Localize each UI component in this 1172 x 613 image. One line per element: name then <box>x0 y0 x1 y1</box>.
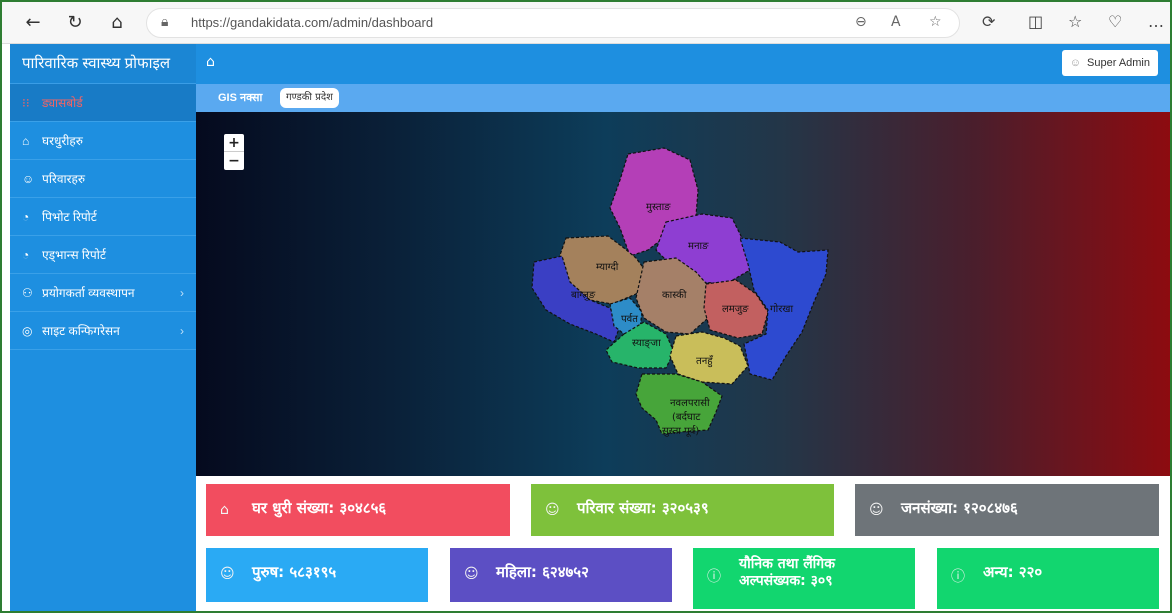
district-label: (बर्दघाट <box>672 411 701 423</box>
pie-icon: ◔ <box>22 248 30 262</box>
lock-icon[interactable]: 🔒︎ <box>161 14 168 30</box>
other-card[interactable]: ⓘ अन्य: २२० <box>937 548 1159 609</box>
user-menu-button[interactable]: ☺ Super Admin <box>1061 50 1158 76</box>
district-label: लमजुङ <box>722 304 749 315</box>
district-label: गोरखा <box>770 303 793 315</box>
home-icon[interactable]: ⌂ <box>104 11 130 35</box>
gis-map-label: GIS नक्सा <box>218 92 263 104</box>
sidebar-item-pivot-report[interactable]: ◔ पिभोट रिपोर्ट <box>10 198 196 236</box>
home-icon: ⌂ <box>22 134 30 148</box>
sidebar-item-site-config[interactable]: ◎ साइट कन्फिगरेसन › <box>10 312 196 350</box>
user-icon: ☺ <box>220 566 235 582</box>
sidebar-item-label: प्रयोगकर्ता व्यवस्थापन <box>42 286 135 300</box>
question-circle-icon: ⓘ <box>951 569 965 585</box>
sidebar-item-label: परिवारहरु <box>42 172 86 186</box>
district-label: म्याग्दी <box>596 261 619 273</box>
population-card[interactable]: ☺ जनसंख्या: १२०८४७६ <box>855 484 1159 536</box>
other-stat: अन्य: २२० <box>983 563 1043 581</box>
settings-icon: ◎ <box>22 324 33 338</box>
zoom-icon[interactable]: ⊖ <box>855 14 867 30</box>
pie-icon: ◔ <box>22 210 30 224</box>
male-stat: पुरुष: ५८३१९५ <box>252 563 337 581</box>
district-label: सुस्ता पूर्व) <box>662 425 699 437</box>
sidebar-item-label: ड्यासबोर्ड <box>42 96 83 110</box>
question-circle-icon: ⓘ <box>707 569 721 585</box>
gis-map[interactable]: + − मुस्ताङ मनाङ म्याग्दी बाग्लुङ पर्वत <box>196 112 1170 476</box>
users-icon: ☺ <box>22 172 35 186</box>
extensions-icon[interactable]: ⟳ <box>982 12 995 31</box>
refresh-icon[interactable]: ↻ <box>62 11 88 35</box>
url-text[interactable]: https://gandakidata.com/admin/dashboard <box>191 15 433 30</box>
district-label: कास्की <box>662 289 687 301</box>
sidebar-item-label: पिभोट रिपोर्ट <box>42 210 97 224</box>
brand-title[interactable]: पारिवारिक स्वास्थ्य प्रोफाइल <box>10 44 196 84</box>
sidebar-item-label: घरधुरीहरु <box>42 134 83 148</box>
lgbt-stat-line2: अल्पसंख्यक: ३०९ <box>739 573 833 589</box>
families-stat: परिवार संख्या: ३२०५३९ <box>577 499 709 517</box>
home-icon: ⌂ <box>220 502 229 518</box>
sidebar-item-label: एड्भान्स रिपोर्ट <box>42 248 106 262</box>
female-stat: महिला: ६२४७५२ <box>496 563 589 581</box>
district-label: बाग्लुङ <box>571 290 596 301</box>
sidebar-item-dashboard[interactable]: ⁝⁝ ड्यासबोर्ड <box>10 84 196 122</box>
sidebar-item-families[interactable]: ☺ परिवारहरु <box>10 160 196 198</box>
top-header: ⌂ ☺ Super Admin <box>196 44 1170 84</box>
more-icon[interactable]: … <box>1148 12 1164 31</box>
district-label: मनाङ <box>688 241 709 252</box>
lgbt-stat: यौनिक तथा लैंगिक अल्पसंख्यक: ३०९ <box>739 556 905 590</box>
district-label: तनहुँ <box>696 355 714 368</box>
province-select[interactable]: गण्डकी प्रदेश <box>280 88 339 108</box>
read-aloud-icon[interactable]: A <box>891 14 901 30</box>
sidebar-item-advanced-report[interactable]: ◔ एड्भान्स रिपोर्ट <box>10 236 196 274</box>
lgbt-card[interactable]: ⓘ यौनिक तथा लैंगिक अल्पसंख्यक: ३०९ <box>693 548 915 609</box>
female-card[interactable]: ☺ महिला: ६२४७५२ <box>450 548 672 602</box>
district-label: पर्वत <box>621 313 638 325</box>
chevron-right-icon: › <box>180 286 184 300</box>
households-card[interactable]: ⌂ घर धुरी संख्या: ३०४८५६ <box>206 484 510 536</box>
lgbt-stat-line1: यौनिक तथा लैंगिक <box>739 556 835 572</box>
favorite-star-icon[interactable]: ☆ <box>929 14 942 30</box>
user-plus-icon: ⚇ <box>22 286 33 300</box>
population-stat: जनसंख्या: १२०८४७६ <box>901 499 1018 517</box>
sidebar-item-user-management[interactable]: ⚇ प्रयोगकर्ता व्यवस्थापन › <box>10 274 196 312</box>
map-toolbar: GIS नक्सा गण्डकी प्रदेश <box>196 84 1170 112</box>
grid-icon: ⁝⁝ <box>22 96 30 110</box>
district-label: स्याङ्जा <box>632 338 661 349</box>
back-arrow-icon[interactable]: ← <box>20 11 46 35</box>
health-icon[interactable]: ♡ <box>1108 12 1122 31</box>
stats-panel: ⌂ घर धुरी संख्या: ३०४८५६ ☺ परिवार संख्या… <box>196 476 1170 611</box>
users-icon: ☺ <box>545 502 560 518</box>
users-icon: ☺ <box>869 502 884 518</box>
home-icon[interactable]: ⌂ <box>206 54 215 70</box>
district-map: मुस्ताङ मनाङ म्याग्दी बाग्लुङ पर्वत कास्… <box>531 147 829 437</box>
browser-toolbar: ← ↻ ⌂ 🔒︎ https://gandakidata.com/admin/d… <box>2 2 1170 44</box>
admin-label: Super Admin <box>1087 57 1150 69</box>
screen: ← ↻ ⌂ 🔒︎ https://gandakidata.com/admin/d… <box>0 0 1172 613</box>
district-label: मुस्ताङ <box>646 202 671 213</box>
sidebar: पारिवारिक स्वास्थ्य प्रोफाइल ⁝⁝ ड्यासबोर्… <box>10 44 196 611</box>
households-stat: घर धुरी संख्या: ३०४८५६ <box>252 499 387 517</box>
district-label: नवलपरासी <box>670 397 710 409</box>
chevron-right-icon: › <box>180 324 184 338</box>
sidebar-item-label: साइट कन्फिगरेसन <box>42 324 120 338</box>
user-icon: ☺ <box>1069 57 1082 69</box>
favorites-icon[interactable]: ☆ <box>1068 12 1082 31</box>
address-bar[interactable]: 🔒︎ https://gandakidata.com/admin/dashboa… <box>146 8 960 38</box>
families-card[interactable]: ☺ परिवार संख्या: ३२०५३९ <box>531 484 834 536</box>
sidebar-item-households[interactable]: ⌂ घरधुरीहरु <box>10 122 196 160</box>
user-icon: ☺ <box>464 566 479 582</box>
split-screen-icon[interactable]: ◫ <box>1028 12 1043 31</box>
male-card[interactable]: ☺ पुरुष: ५८३१९५ <box>206 548 428 602</box>
